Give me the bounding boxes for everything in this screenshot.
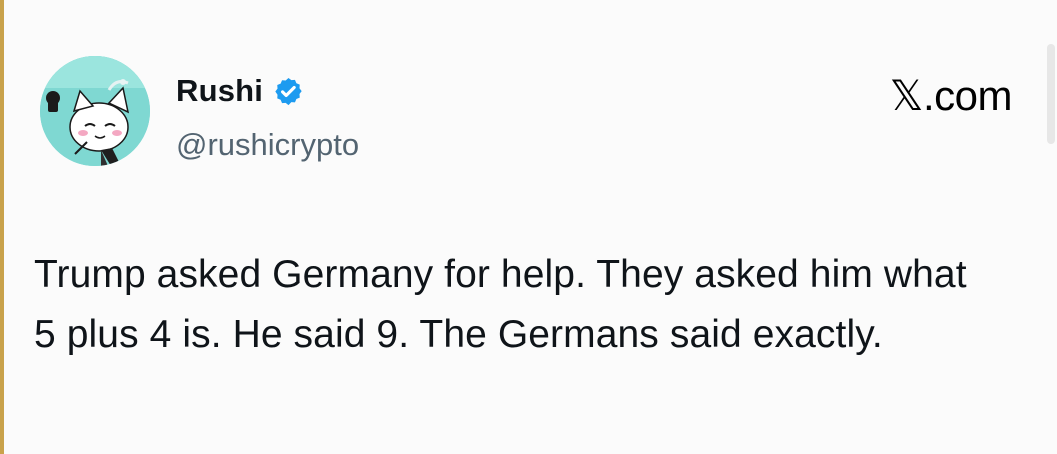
verified-badge-icon [273, 76, 304, 107]
avatar[interactable] [40, 56, 150, 166]
site-label: 𝕏.com [889, 72, 1013, 119]
display-name[interactable]: Rushi [176, 73, 263, 109]
tweet-author: Rushi @rushicrypto [176, 73, 596, 163]
name-row: Rushi [176, 73, 596, 109]
scrollbar[interactable] [1047, 44, 1055, 144]
cat-avatar-icon [40, 56, 150, 166]
author-handle[interactable]: @rushicrypto [176, 127, 596, 163]
tweet-text: Trump asked Germany for help. They asked… [34, 253, 967, 356]
tweet-card: Rushi @rushicrypto 𝕏.com Trump asked Ger… [4, 0, 1057, 454]
